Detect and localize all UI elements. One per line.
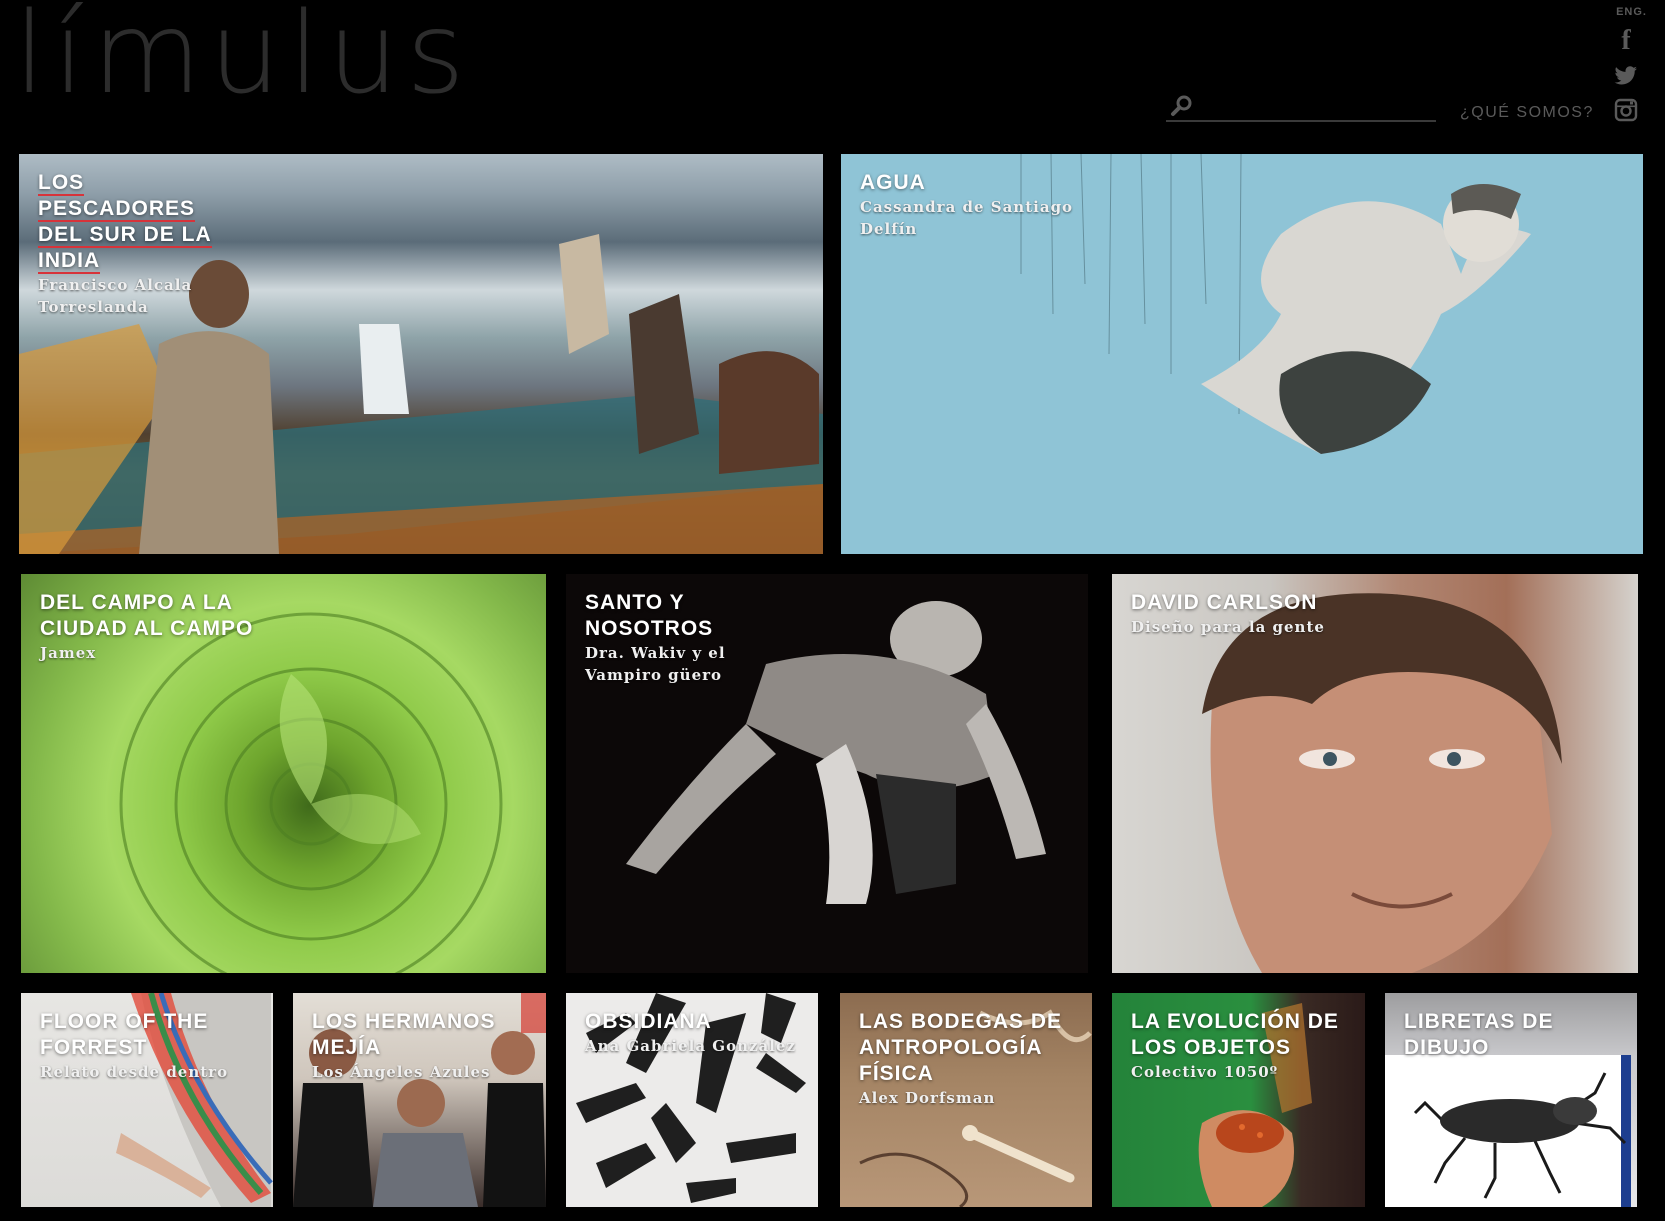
tile-floor-of-the-forrest[interactable]: FLOOR OF THE FORREST Relato desde dentro (21, 993, 273, 1207)
tile-title: SANTO Y NOSOTROS (585, 591, 714, 640)
tile-title: LOS HERMANOS MEJÍA (312, 1010, 496, 1059)
tile-author: Ana Gabriela González (585, 1037, 797, 1055)
tile-title: LAS BODEGAS DE ANTROPOLOGÍA FÍSICA (859, 1010, 1063, 1085)
tile-author: Francisco Alcala Torreslanda (38, 276, 193, 316)
tile-title: DAVID CARLSON (1131, 591, 1318, 614)
tile-author: Cassandra de Santiago Delfín (860, 198, 1074, 238)
tile-santo-y-nosotros[interactable]: SANTO Y NOSOTROS Dra. Wakiv y el Vampiro… (566, 574, 1088, 973)
tile-title: AGUA (860, 171, 926, 194)
about-link[interactable]: ¿QUÉ SOMOS? (1460, 104, 1594, 122)
tile-author: Dra. Wakiv y el Vampiro güero (585, 644, 726, 684)
tile-las-bodegas[interactable]: LAS BODEGAS DE ANTROPOLOGÍA FÍSICA Alex … (840, 993, 1092, 1207)
language-toggle[interactable]: ENG. (1616, 6, 1647, 18)
facebook-icon[interactable]: f (1613, 27, 1639, 55)
tile-los-pescadores[interactable]: LOS PESCADORES DEL SUR DE LA INDIA Franc… (19, 154, 823, 554)
tile-author: Jamex (40, 644, 97, 662)
instagram-icon[interactable] (1613, 98, 1639, 124)
site-logo[interactable]: límulus (14, 0, 473, 110)
tile-author: Alex Dorfsman (859, 1089, 996, 1107)
tile-author: Colectivo 1050º (1131, 1063, 1279, 1081)
twitter-icon[interactable] (1613, 66, 1639, 92)
tile-author: Relato desde dentro (40, 1063, 229, 1081)
tile-david-carlson[interactable]: DAVID CARLSON Diseño para la gente (1112, 574, 1638, 973)
tile-los-hermanos-mejia[interactable]: LOS HERMANOS MEJÍA Los Ángeles Azules (293, 993, 546, 1207)
search-icon[interactable] (1170, 94, 1194, 118)
tile-del-campo[interactable]: DEL CAMPO A LA CIUDAD AL CAMPO Jamex (21, 574, 546, 973)
tile-obsidiana[interactable]: OBSIDIANA Ana Gabriela González (566, 993, 818, 1207)
tile-libretas-de-dibujo[interactable]: LIBRETAS DE DIBUJO (1385, 993, 1637, 1207)
tile-la-evolucion[interactable]: LA EVOLUCIÓN DE LOS OBJETOS Colectivo 10… (1112, 993, 1365, 1207)
search-input[interactable] (1196, 92, 1432, 120)
tile-title: LA EVOLUCIÓN DE LOS OBJETOS (1131, 1010, 1339, 1059)
tile-title: FLOOR OF THE FORREST (40, 1010, 209, 1059)
search-box (1166, 92, 1436, 122)
tile-title: LIBRETAS DE DIBUJO (1404, 1010, 1554, 1059)
tile-author: Los Ángeles Azules (312, 1063, 491, 1081)
tile-title: OBSIDIANA (585, 1010, 712, 1033)
tile-author: Diseño para la gente (1131, 618, 1325, 636)
tile-title: DEL CAMPO A LA CIUDAD AL CAMPO (40, 591, 254, 640)
tile-agua[interactable]: AGUA Cassandra de Santiago Delfín (841, 154, 1643, 554)
tile-title: LOS PESCADORES DEL SUR DE LA INDIA (38, 171, 212, 274)
